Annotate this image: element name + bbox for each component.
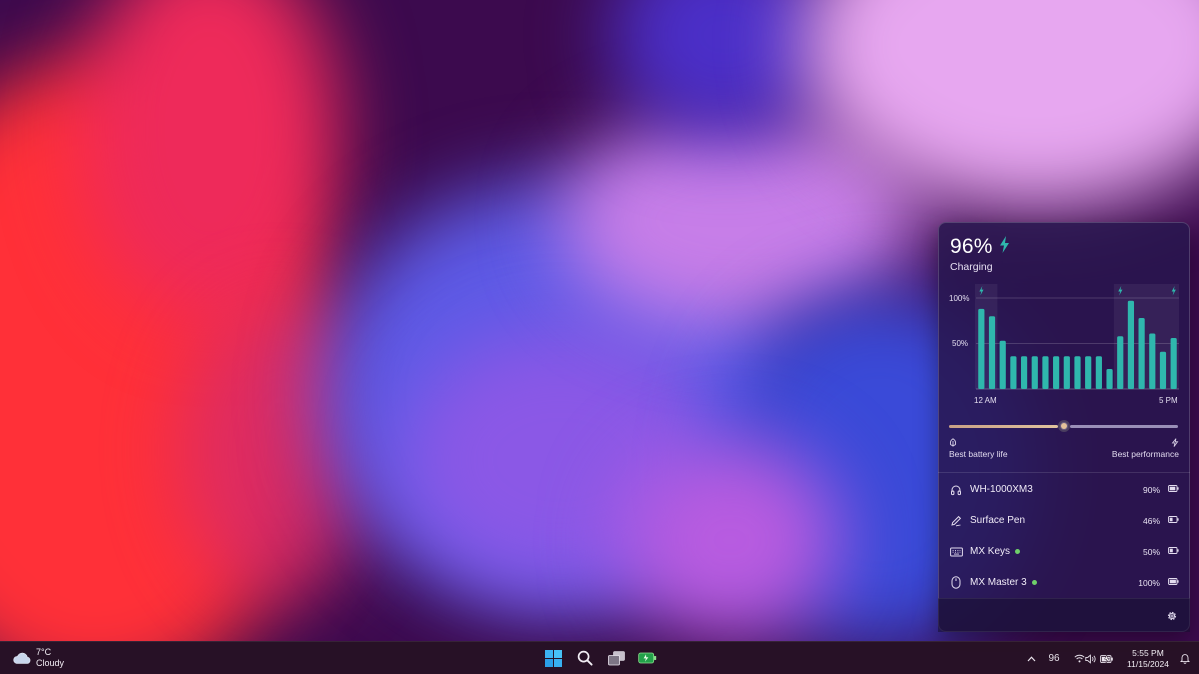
cloud-icon: [12, 652, 31, 664]
chart-bar: [1139, 318, 1145, 389]
chart-bar: [1128, 301, 1134, 389]
slider-track-empty: [1070, 425, 1179, 428]
chart-bar: [1064, 356, 1070, 389]
taskbar: 7°C Cloudy 96 5: [0, 641, 1199, 674]
weather-widget[interactable]: 7°C Cloudy: [12, 647, 64, 669]
y-tick-label: 50%: [952, 339, 968, 348]
chart-bar: [1000, 341, 1006, 389]
tray-battery-number[interactable]: 96: [1044, 642, 1064, 674]
chart-bar: [989, 316, 995, 389]
chart-bar: [1053, 356, 1059, 389]
chart-bar: [1149, 333, 1155, 389]
chart-bar: [1106, 369, 1112, 389]
chevron-up-icon[interactable]: [1024, 642, 1038, 674]
weather-text: 7°C Cloudy: [36, 647, 64, 669]
chart-bar: [1096, 356, 1102, 389]
task-view-icon[interactable]: [604, 647, 628, 669]
chart-bar: [1117, 336, 1123, 389]
clock-date: 11/15/2024: [1127, 659, 1169, 670]
slider-track-filled: [949, 425, 1058, 428]
chart-bar: [1171, 338, 1177, 389]
chart-bar: [1010, 356, 1016, 389]
x-tick-label: 5 PM: [1159, 396, 1178, 405]
settings-gear-icon[interactable]: [1166, 610, 1178, 622]
battery-charging-icon[interactable]: [1099, 642, 1115, 674]
search-icon[interactable]: [573, 647, 597, 669]
charging-period-shade: [1114, 284, 1179, 389]
y-tick-label: 100%: [949, 294, 969, 303]
clock-time: 5:55 PM: [1127, 648, 1169, 659]
chart-bar: [1032, 356, 1038, 389]
chart-bar: [1160, 352, 1166, 389]
slider-thumb[interactable]: [1058, 420, 1070, 432]
weather-condition: Cloudy: [36, 658, 64, 669]
volume-icon[interactable]: [1084, 642, 1098, 674]
windows-start-icon[interactable]: [541, 647, 565, 669]
x-tick-label: 12 AM: [974, 396, 997, 405]
battery-app-icon[interactable]: [636, 647, 660, 669]
notification-bell-icon[interactable]: [1177, 642, 1193, 674]
battery-usage-chart: 100% 50% 12 AM 5 PM: [938, 222, 1190, 412]
chart-bar: [978, 309, 984, 389]
clock[interactable]: 5:55 PM 11/15/2024: [1123, 642, 1173, 674]
chart-bar: [1085, 356, 1091, 389]
weather-temperature: 7°C: [36, 647, 64, 658]
chart-bar: [1042, 356, 1048, 389]
taskbar-center-apps: [541, 647, 667, 669]
chart-bar: [1074, 356, 1080, 389]
power-mode-slider[interactable]: [949, 418, 1178, 436]
chart-bar: [1021, 356, 1027, 389]
